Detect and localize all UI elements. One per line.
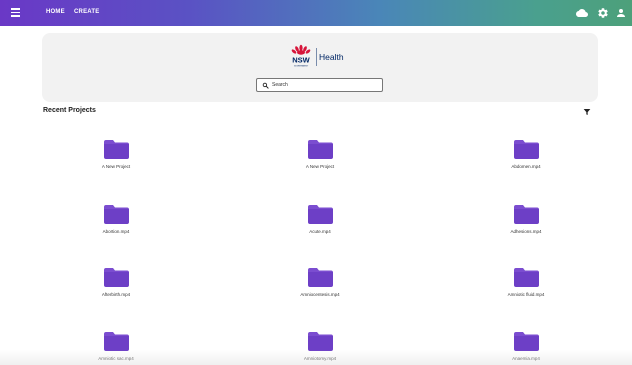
project-label: A New Project (101, 164, 131, 169)
folder-icon (513, 140, 539, 159)
project-label: Amniocentesis.mp4 (300, 292, 340, 297)
project-label: Anaemia.mp4 (512, 356, 540, 361)
folder-icon (513, 332, 539, 351)
menu-icon[interactable] (11, 8, 20, 18)
cloud-icon[interactable] (576, 7, 588, 19)
project-label: Abdomen.mp4 (511, 164, 541, 169)
logo-gov-text: GOVERNMENT (294, 66, 309, 68)
project-tile[interactable]: Acute.mp4 (260, 205, 380, 234)
project-label: Afterbirth.mp4 (101, 292, 131, 297)
project-tile[interactable]: Afterbirth.mp4 (56, 268, 176, 297)
folder-icon (103, 140, 129, 159)
folder-icon (307, 332, 333, 351)
project-tile[interactable]: Amniotomy.mp4 (260, 332, 380, 361)
project-tile[interactable]: A New Project (260, 140, 380, 169)
folder-icon (513, 268, 539, 287)
nav-create-link[interactable]: CREATE (74, 9, 99, 15)
filter-icon[interactable] (583, 108, 591, 116)
project-tile[interactable]: Amniotic sac.mp4 (56, 332, 176, 361)
folder-icon (307, 268, 333, 287)
top-app-bar: HOME CREATE (0, 0, 632, 26)
logo-org-text: NSW (292, 56, 310, 65)
logo-health-text: Health (319, 52, 344, 62)
project-tile[interactable]: Anaemia.mp4 (466, 332, 586, 361)
folder-icon (103, 332, 129, 351)
search-icon (262, 82, 269, 89)
nsw-health-logo: NSW GOVERNMENT Health (291, 44, 344, 68)
project-tile[interactable]: A New Project (56, 140, 176, 169)
project-label: Adhesions.mp4 (510, 229, 542, 234)
project-label: Amniotic fluid.mp4 (507, 292, 545, 297)
folder-icon (103, 268, 129, 287)
section-title: Recent Projects (43, 107, 96, 114)
folder-icon (307, 205, 333, 224)
project-tile[interactable]: Amniocentesis.mp4 (260, 268, 380, 297)
project-label: A New Project (305, 164, 335, 169)
project-tile[interactable]: Abdomen.mp4 (466, 140, 586, 169)
user-icon[interactable] (615, 7, 627, 19)
folder-icon (513, 205, 539, 224)
project-tile[interactable]: Adhesions.mp4 (466, 205, 586, 234)
folder-icon (103, 205, 129, 224)
project-label: Amniotomy.mp4 (303, 356, 337, 361)
project-label: Acute.mp4 (309, 229, 331, 234)
search-input[interactable] (272, 82, 372, 88)
gear-icon[interactable] (597, 7, 609, 19)
project-label: Abortion.mp4 (102, 229, 130, 234)
search-box[interactable] (256, 78, 383, 92)
project-label: Amniotic sac.mp4 (98, 356, 134, 361)
folder-icon (307, 140, 333, 159)
project-tile[interactable]: Amniotic fluid.mp4 (466, 268, 586, 297)
project-tile[interactable]: Abortion.mp4 (56, 205, 176, 234)
nav-home-link[interactable]: HOME (46, 9, 65, 15)
